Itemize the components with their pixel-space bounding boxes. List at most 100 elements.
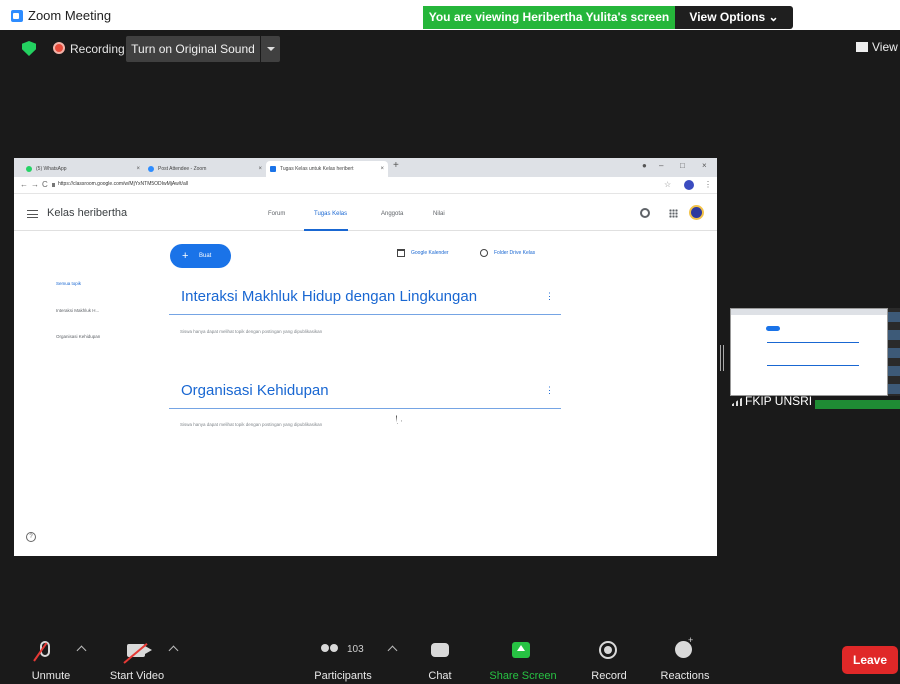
url-text[interactable]: https://classroom.google.com/w/MjYxNTM5O… — [58, 181, 188, 187]
view-layout-icon[interactable] — [856, 42, 868, 52]
profile-dot-icon[interactable]: ● — [642, 161, 647, 170]
view-options-button[interactable]: View Options ⌄ — [675, 6, 793, 29]
person-head — [321, 644, 329, 652]
bookmark-star-icon[interactable]: ☆ — [664, 180, 671, 189]
address-bar: ← → C https://classroom.google.com/w/MjY… — [14, 177, 717, 194]
record-button[interactable]: Record — [586, 670, 632, 682]
tab-label: Tugas Kelas untuk Kelas heribert — [280, 166, 354, 172]
recording-label: Recording — [70, 42, 125, 56]
topic-more-icon[interactable]: ⋮ — [545, 385, 554, 396]
recording-icon — [53, 42, 65, 54]
share-screen-icon[interactable] — [512, 642, 530, 658]
thumbnail-divider — [767, 342, 859, 343]
panel-resize-handle[interactable] — [720, 345, 724, 371]
original-sound-dropdown[interactable] — [261, 36, 280, 62]
thumbnail-strip — [888, 308, 900, 396]
maximize-icon[interactable]: □ — [680, 161, 685, 170]
thumbnail-divider — [767, 365, 859, 366]
tab-forum[interactable]: Forum — [268, 211, 285, 217]
original-sound-button[interactable]: Turn on Original Sound — [126, 36, 260, 62]
speaker-strip — [815, 400, 900, 409]
viewing-banner: You are viewing Heribertha Yulita's scre… — [423, 6, 675, 29]
whatsapp-icon — [26, 166, 32, 172]
topic-note: Siswa hanya dapat melihat topik dengan p… — [180, 422, 323, 427]
tab-tugas-kelas[interactable]: Tugas Kelas — [314, 211, 347, 217]
apps-grid-icon[interactable] — [669, 209, 678, 218]
drive-folder-icon — [480, 249, 488, 257]
title-bar: Zoom Meeting You are viewing Heribertha … — [0, 0, 900, 30]
participant-tile[interactable] — [888, 384, 900, 394]
topic-more-icon[interactable]: ⋮ — [545, 291, 554, 302]
reactions-button[interactable]: Reactions — [656, 670, 714, 682]
participant-tile[interactable] — [888, 312, 900, 322]
topic-divider — [169, 408, 561, 409]
browser-tab[interactable]: (5) WhatsApp × — [22, 161, 144, 177]
view-button[interactable]: View — [872, 40, 898, 54]
create-button[interactable]: + Buat — [170, 244, 231, 268]
classroom-tab-icon — [270, 166, 276, 172]
browser-tab[interactable]: Post Attendee - Zoom × — [144, 161, 266, 177]
thumbnail-tab-bar — [731, 309, 887, 315]
topic-divider — [169, 314, 561, 315]
zoom-tab-icon — [148, 166, 154, 172]
browser-menu-icon[interactable]: ⋮ — [704, 180, 712, 189]
hamburger-menu-icon[interactable] — [27, 210, 38, 218]
tab-label: (5) WhatsApp — [36, 166, 67, 172]
create-label: Buat — [199, 253, 212, 259]
forward-icon[interactable]: → — [31, 180, 39, 189]
close-tab-icon[interactable]: × — [136, 161, 140, 177]
shared-screen: (5) WhatsApp × Post Attendee - Zoom × Tu… — [14, 158, 717, 556]
zoom-app-icon — [11, 10, 23, 22]
calendar-icon — [397, 249, 405, 257]
avatar[interactable] — [689, 205, 704, 220]
browser-tab-active[interactable]: Tugas Kelas untuk Kelas heribert × — [266, 161, 388, 177]
close-tab-icon[interactable]: × — [380, 161, 384, 177]
topic-title[interactable]: Interaksi Makhluk Hidup dengan Lingkunga… — [181, 288, 477, 305]
participant-count: 103 — [347, 644, 364, 655]
minimize-icon[interactable]: – — [659, 161, 663, 170]
back-icon[interactable]: ← — [20, 180, 28, 189]
drive-folder-link[interactable]: Folder Drive Kelas — [494, 250, 535, 256]
side-topic[interactable]: Organisasi Kehidupan — [56, 334, 100, 339]
participant-tile[interactable] — [888, 348, 900, 358]
tab-nilai[interactable]: Nilai — [433, 211, 445, 217]
plus-icon: + — [182, 250, 189, 262]
start-video-button[interactable]: Start Video — [104, 670, 170, 682]
classroom-header: Kelas heribertha Forum Tugas Kelas Anggo… — [14, 195, 717, 231]
person-head — [330, 644, 338, 652]
tab-anggota[interactable]: Anggota — [381, 211, 403, 217]
lock-icon — [52, 183, 55, 187]
leave-button[interactable]: Leave — [842, 646, 898, 674]
window-title: Zoom Meeting — [28, 8, 112, 23]
side-topic-all[interactable]: Semua topik — [56, 281, 81, 286]
tab-label: Post Attendee - Zoom — [158, 166, 207, 172]
mouse-cursor-icon — [396, 415, 402, 424]
chat-icon[interactable] — [431, 643, 449, 657]
participants-icon[interactable] — [321, 644, 343, 656]
new-tab-icon[interactable]: + — [393, 160, 399, 171]
participant-tile[interactable] — [888, 366, 900, 376]
close-tab-icon[interactable]: × — [258, 161, 262, 177]
share-screen-button[interactable]: Share Screen — [486, 670, 560, 682]
gear-icon[interactable] — [640, 208, 650, 218]
unmute-button[interactable]: Unmute — [28, 670, 74, 682]
close-window-icon[interactable]: × — [702, 161, 707, 170]
topic-note: Siswa hanya dapat melihat topik dengan p… — [180, 329, 323, 334]
record-icon[interactable] — [599, 641, 617, 659]
topic-title[interactable]: Organisasi Kehidupan — [181, 382, 329, 399]
help-icon[interactable]: ? — [26, 532, 36, 542]
thumbnail-create-button — [766, 326, 780, 331]
browser-tab-bar: (5) WhatsApp × Post Attendee - Zoom × Tu… — [14, 158, 717, 177]
side-topic[interactable]: Interaksi Makhluk H... — [56, 308, 99, 313]
zoom-window: Zoom Meeting You are viewing Heribertha … — [0, 0, 900, 684]
participants-button[interactable]: Participants — [308, 670, 378, 682]
reactions-icon[interactable] — [675, 635, 693, 658]
active-tab-indicator — [304, 229, 348, 231]
reload-icon[interactable]: C — [42, 180, 48, 189]
class-name[interactable]: Kelas heribertha — [47, 207, 127, 219]
google-calendar-link[interactable]: Google Kalender — [411, 250, 449, 256]
chat-button[interactable]: Chat — [425, 670, 455, 682]
video-thumbnail[interactable] — [730, 308, 888, 396]
profile-avatar[interactable] — [684, 180, 694, 190]
participant-tile[interactable] — [888, 330, 900, 340]
